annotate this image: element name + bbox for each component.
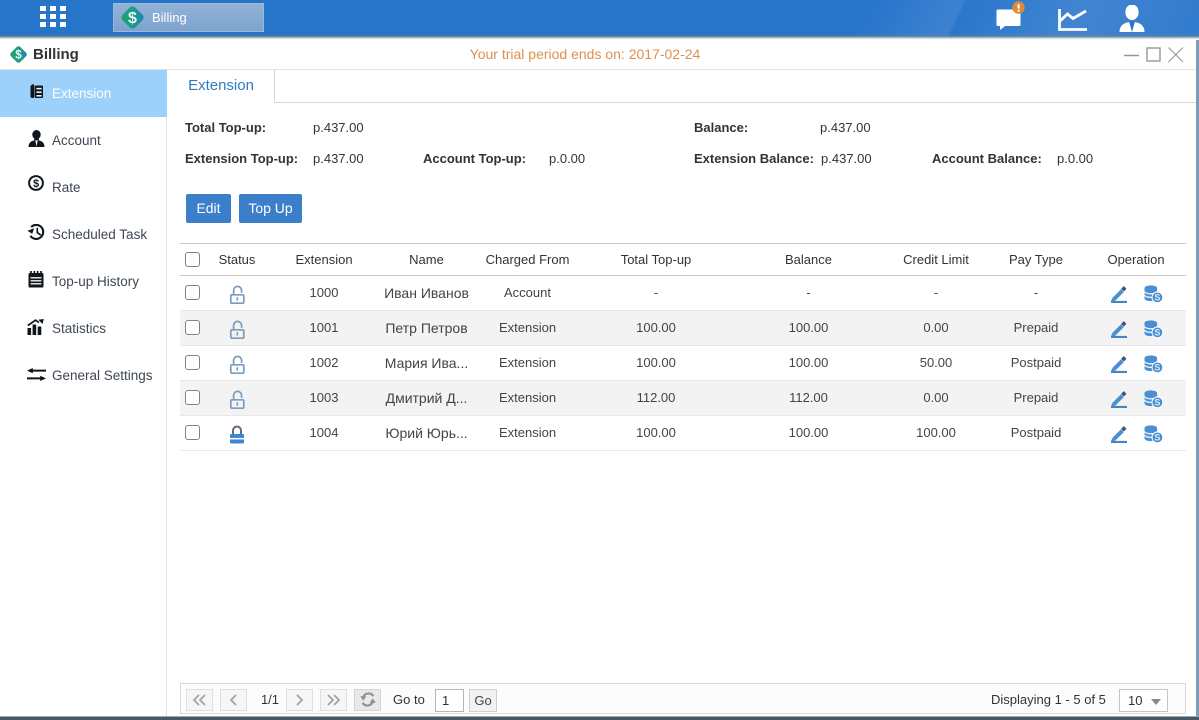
svg-text:$: $ (128, 10, 137, 27)
svg-text:$: $ (33, 178, 39, 190)
